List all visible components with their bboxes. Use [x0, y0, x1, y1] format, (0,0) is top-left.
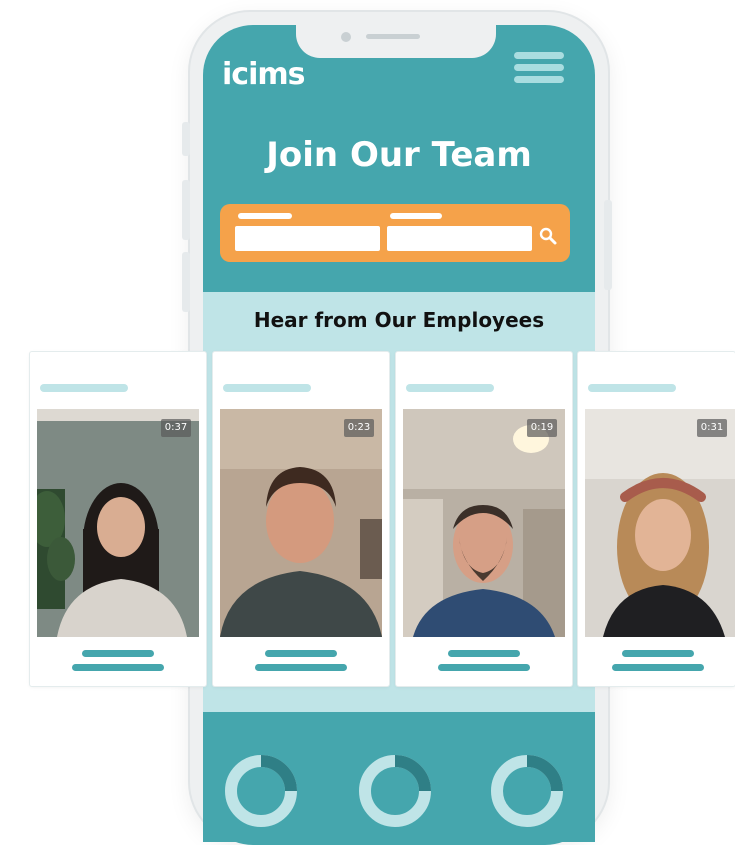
video-duration: 0:23 — [344, 419, 374, 437]
card-name-placeholder — [265, 650, 337, 657]
stat-ring — [225, 755, 297, 827]
video-duration: 0:37 — [161, 419, 191, 437]
menu-icon[interactable] — [514, 52, 564, 86]
card-title-placeholder — [406, 384, 494, 392]
employee-video-thumbnail[interactable]: 0:19 — [403, 409, 565, 637]
card-name-placeholder — [448, 650, 520, 657]
card-title-placeholder — [223, 384, 311, 392]
card-title-placeholder — [588, 384, 676, 392]
card-role-placeholder — [438, 664, 530, 671]
employee-video-card[interactable]: 0:23 — [213, 352, 389, 686]
card-title-placeholder — [40, 384, 128, 392]
card-name-placeholder — [82, 650, 154, 657]
brand-logo[interactable]: icims — [222, 57, 305, 92]
employee-video-thumbnail[interactable]: 0:23 — [220, 409, 382, 637]
phone-side-button — [604, 200, 612, 290]
video-duration: 0:31 — [697, 419, 727, 437]
stat-ring — [491, 755, 563, 827]
card-role-placeholder — [612, 664, 704, 671]
camera-icon — [341, 32, 351, 42]
section-title: Hear from Our Employees — [253, 308, 545, 332]
phone-side-button — [182, 180, 190, 240]
speaker-grill — [366, 34, 420, 39]
page-title: Join Our Team — [266, 135, 532, 175]
location-input[interactable] — [387, 226, 532, 251]
video-duration: 0:19 — [527, 419, 557, 437]
card-role-placeholder — [72, 664, 164, 671]
employee-video-card[interactable]: 0:19 — [396, 352, 572, 686]
keyword-input[interactable] — [235, 226, 380, 251]
location-field-label — [390, 213, 442, 219]
phone-side-button — [182, 252, 190, 312]
employee-video-thumbnail[interactable]: 0:31 — [585, 409, 735, 637]
search-icon[interactable] — [536, 224, 560, 248]
stat-ring — [359, 755, 431, 827]
card-role-placeholder — [255, 664, 347, 671]
employee-video-card[interactable]: 0:37 — [30, 352, 206, 686]
employee-video-card[interactable]: 0:31 — [578, 352, 735, 686]
employee-video-thumbnail[interactable]: 0:37 — [37, 409, 199, 637]
card-name-placeholder — [622, 650, 694, 657]
keyword-field-label — [238, 213, 292, 219]
phone-side-button — [182, 122, 190, 156]
